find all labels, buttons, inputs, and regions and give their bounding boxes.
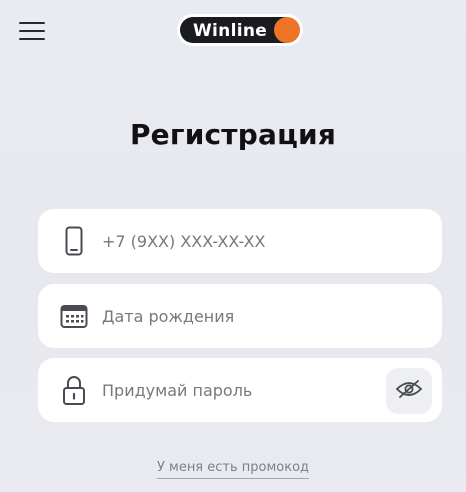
promo-code-row: У меня есть промокод (0, 456, 466, 479)
logo-text: Winline (193, 21, 268, 41)
birthdate-field[interactable] (38, 284, 442, 348)
menu-line (19, 30, 45, 32)
winline-logo[interactable]: Winline (177, 14, 303, 46)
birthdate-input[interactable] (102, 284, 402, 348)
lock-icon (60, 374, 88, 406)
password-input[interactable] (102, 358, 402, 422)
menu-line (19, 38, 45, 40)
logo-dot (274, 17, 300, 43)
password-visibility-toggle[interactable] (386, 368, 432, 414)
phone-field[interactable] (38, 209, 442, 273)
calendar-icon (60, 300, 88, 332)
menu-line (19, 22, 45, 24)
promo-code-link[interactable]: У меня есть промокод (156, 460, 310, 479)
phone-input[interactable] (102, 209, 402, 273)
password-field[interactable] (38, 358, 442, 422)
eye-slash-icon (395, 379, 423, 403)
smartphone-icon (60, 225, 88, 257)
page-title: Регистрация (129, 118, 337, 151)
hamburger-menu-icon[interactable] (19, 20, 45, 42)
